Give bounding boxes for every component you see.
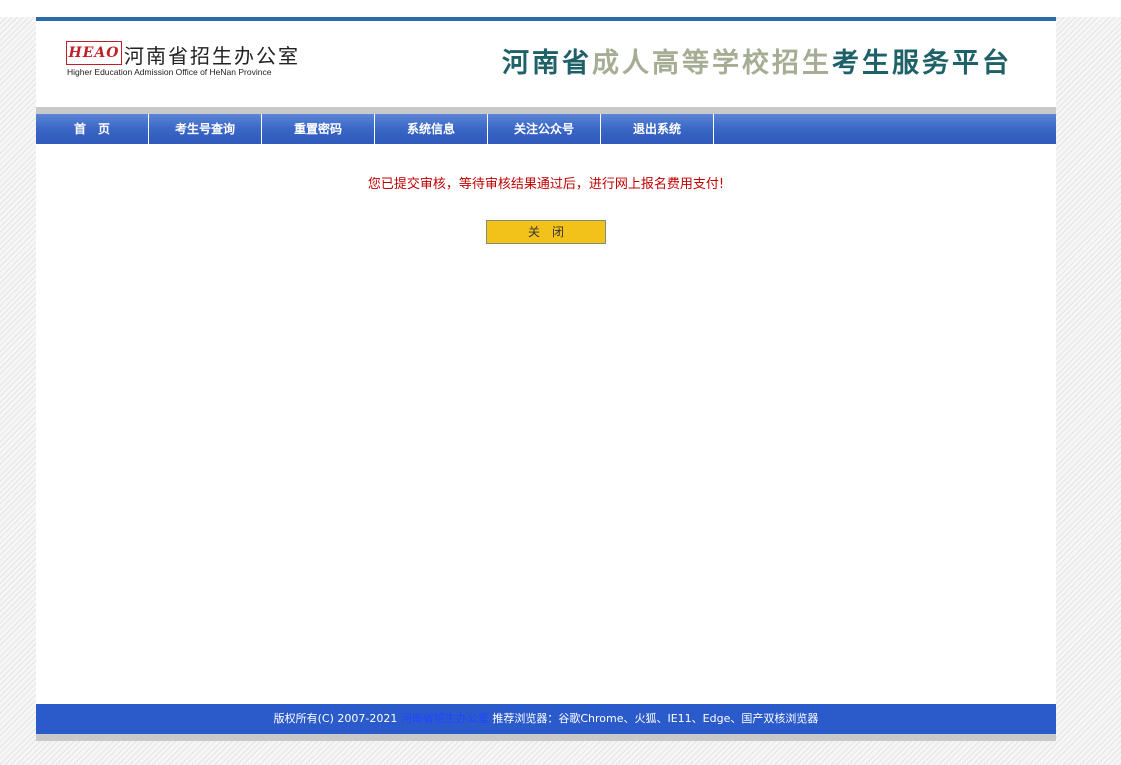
header: HEAO 河南省招生办公室 Higher Education Admission… bbox=[36, 17, 1056, 111]
nav-item-follow-account[interactable]: 关注公众号 bbox=[488, 114, 601, 144]
platform-title-province: 河南省 bbox=[502, 48, 592, 79]
logo-subtitle: Higher Education Admission Office of HeN… bbox=[67, 67, 272, 77]
platform-title: 河南省成人高等学校招生考生服务平台 bbox=[502, 41, 1012, 80]
nav-item-system-info[interactable]: 系统信息 bbox=[375, 114, 488, 144]
footer-browsers: 推荐浏览器：谷歌Chrome、火狐、IE11、Edge、国产双核浏览器 bbox=[492, 712, 819, 725]
platform-title-service: 考生服务平台 bbox=[832, 48, 1012, 79]
top-bar bbox=[0, 0, 1121, 17]
main-nav: 首 页 考生号查询 重置密码 系统信息 关注公众号 退出系统 bbox=[36, 114, 1056, 144]
nav-item-logout[interactable]: 退出系统 bbox=[601, 114, 714, 144]
nav-item-home[interactable]: 首 页 bbox=[36, 114, 149, 144]
logo-name: 河南省招生办公室 bbox=[124, 44, 300, 68]
header-divider bbox=[36, 107, 1056, 114]
nav-item-candidate-number-query[interactable]: 考生号查询 bbox=[149, 114, 262, 144]
status-message: 您已提交审核，等待审核结果通过后，进行网上报名费用支付! bbox=[367, 177, 725, 192]
footer-org-link[interactable]: 河南省招生办公室 bbox=[401, 712, 489, 725]
close-button[interactable]: 关 闭 bbox=[486, 220, 606, 244]
footer-copyright: 版权所有(C) 2007-2021 bbox=[273, 712, 398, 725]
footer: 版权所有(C) 2007-2021 河南省招生办公室 推荐浏览器：谷歌Chrom… bbox=[36, 704, 1056, 734]
platform-title-school: 成人高等学校招生 bbox=[592, 48, 832, 79]
footer-bottom-strip bbox=[36, 734, 1056, 741]
logo: HEAO 河南省招生办公室 Higher Education Admission… bbox=[66, 41, 316, 81]
nav-item-reset-password[interactable]: 重置密码 bbox=[262, 114, 375, 144]
logo-mark: HEAO bbox=[66, 41, 122, 65]
page-container: HEAO 河南省招生办公室 Higher Education Admission… bbox=[36, 17, 1056, 741]
